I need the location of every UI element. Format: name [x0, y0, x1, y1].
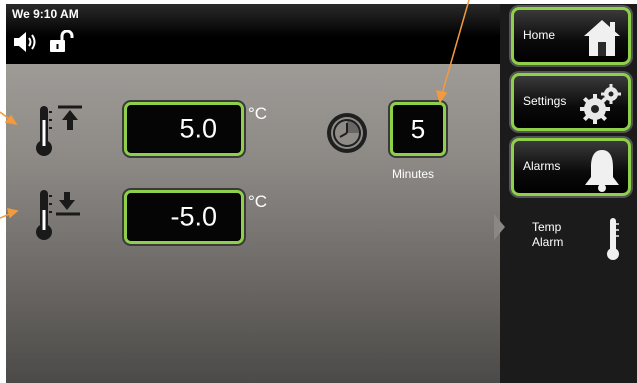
- nav-item-temp-alarm[interactable]: Temp Alarm: [532, 220, 592, 250]
- delay-minutes-field[interactable]: 5: [390, 102, 446, 156]
- high-limit-value: 5.0: [179, 113, 217, 144]
- status-bar: We 9:10 AM: [6, 4, 500, 64]
- home-button[interactable]: Home: [511, 7, 631, 65]
- alarms-button[interactable]: Alarms: [511, 138, 631, 196]
- gear-icon: [580, 82, 622, 131]
- timer-icon: [324, 110, 370, 161]
- settings-button[interactable]: Settings: [511, 73, 631, 131]
- device-screen: We 9:10 AM 5.0 °C -5.0 °C 5 Minutes Home…: [6, 4, 637, 383]
- thermometer-low-icon: [34, 188, 86, 249]
- speaker-icon[interactable]: [12, 31, 40, 58]
- high-limit-unit: °C: [248, 104, 268, 123]
- alarms-label: Alarms: [523, 159, 561, 173]
- home-label: Home: [523, 28, 556, 42]
- delay-minutes-value: 5: [410, 114, 426, 144]
- nav-sidebar: Home Settings Alarms: [500, 4, 637, 383]
- bell-icon: [582, 147, 622, 198]
- high-limit-field[interactable]: 5.0: [124, 102, 244, 156]
- minutes-label: Minutes: [392, 167, 435, 181]
- home-icon: [582, 16, 622, 63]
- settings-label: Settings: [523, 94, 567, 108]
- low-limit-field[interactable]: -5.0: [124, 190, 244, 244]
- clock: We 9:10 AM: [12, 7, 79, 21]
- unlock-icon[interactable]: [48, 29, 74, 59]
- thermometer-icon: [606, 216, 620, 267]
- active-item-pointer: [494, 214, 505, 240]
- low-limit-unit: °C: [248, 192, 268, 211]
- temp-alarm-panel: 5.0 °C -5.0 °C 5 Minutes: [6, 64, 500, 383]
- temp-alarm-label-line2: Alarm: [532, 235, 564, 249]
- low-limit-value: -5.0: [170, 201, 217, 232]
- thermometer-high-icon: [34, 104, 86, 165]
- temp-alarm-label-line1: Temp: [532, 220, 562, 234]
